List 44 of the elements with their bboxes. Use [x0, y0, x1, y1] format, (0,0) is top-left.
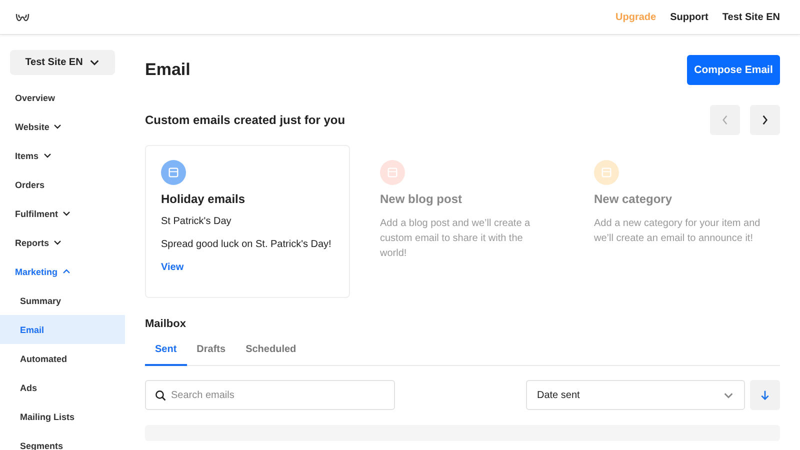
caret-down-icon — [53, 238, 62, 247]
sidebar-item[interactable]: Orders — [0, 170, 125, 199]
section-heading: Custom emails created just for you — [145, 113, 346, 127]
sidebar-item[interactable]: Reports — [0, 228, 125, 257]
sidebar-subitem[interactable]: Email — [0, 315, 125, 344]
search-field[interactable]: Search emails — [145, 380, 395, 410]
site-selector[interactable]: Test Site EN — [10, 50, 115, 75]
card-text: St Patrick's Day — [161, 215, 232, 229]
logo-icon[interactable] — [15, 11, 30, 23]
card-text: Add a new category for your item and we’ll create an email to announce it! — [594, 217, 762, 246]
sidebar-item[interactable]: Overview — [0, 83, 125, 112]
view-link[interactable]: View — [161, 262, 334, 273]
sidebar-item[interactable]: Fulfilment — [0, 199, 125, 228]
caret-down-icon — [62, 209, 71, 218]
sidebar-subitem[interactable]: Automated — [0, 344, 125, 373]
section-heading: Mailbox — [145, 318, 187, 330]
nav-link[interactable]: Support — [670, 12, 708, 22]
card-title: Holiday emails — [161, 192, 246, 206]
chevron-left-icon — [720, 114, 730, 126]
card-text: Spread good luck on St. Patrick's Day! — [161, 238, 332, 252]
caret-down-icon — [53, 122, 62, 131]
caret-down-icon — [88, 57, 100, 68]
sidebar-subitem[interactable]: Ads — [0, 373, 125, 402]
caret-down-icon — [42, 151, 52, 160]
card-title: New category — [594, 192, 674, 206]
sidebar-item[interactable]: Items — [0, 141, 125, 170]
nav-link[interactable]: Test Site EN — [722, 12, 780, 22]
card-title: New blog post — [380, 192, 463, 206]
tab[interactable]: Scheduled — [236, 338, 306, 366]
sidebar-subitem[interactable]: Summary — [0, 286, 125, 315]
suggestion-card[interactable]: Holiday emails St Patrick's Day Spread good luck on St. Patrick's Day! View — [145, 145, 350, 298]
chevron-right-icon — [760, 114, 770, 126]
compose-email-button[interactable]: Compose Email — [687, 55, 780, 85]
tab[interactable]: Drafts — [186, 338, 236, 366]
sidebar-item[interactable]: Website — [0, 112, 125, 141]
sort-direction-button[interactable] — [750, 380, 780, 410]
card-text: Add a blog post and we’ll create a custom email to share it with the world! — [380, 217, 532, 261]
sort-dropdown[interactable]: Date sent — [526, 380, 745, 410]
tab[interactable]: Sent — [145, 338, 187, 366]
page-title: Email — [145, 60, 190, 80]
caret-up-icon — [62, 267, 71, 276]
sidebar-item[interactable]: Marketing — [0, 257, 125, 286]
sidebar-subitem[interactable]: Mailing Lists — [0, 402, 125, 431]
arrow-down-icon — [760, 390, 770, 400]
